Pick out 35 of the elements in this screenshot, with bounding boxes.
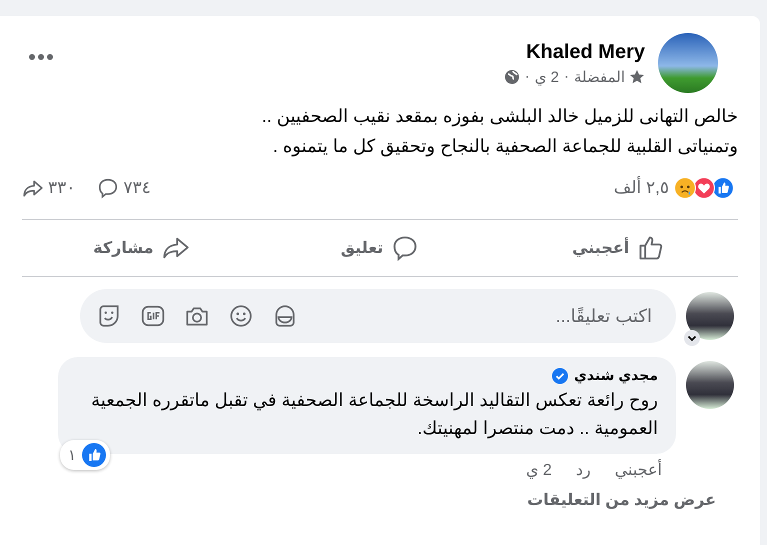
comment-text: روح رائعة تعكس التقاليد الراسخة للجماعة الصحفية في تقبل ماتقرره الجمعية العمومية .. دمت منتصرا لمهنيتك. [90, 389, 658, 440]
comment-action-link[interactable]: رد [576, 460, 591, 480]
post-text: خالص التهانى للزميل خالد البلشى بفوزه بمقعد نقيب الصحفيين .. وتمنياتى القلبية للجماعة الصحفية بالنجاح وتحقيق كل ما يتمنوه . [260, 105, 739, 158]
star-icon [629, 68, 645, 84]
comment-like-badge[interactable]: ١ [60, 440, 110, 470]
share-button[interactable]: مشاركة [22, 226, 261, 270]
emoji-icon[interactable] [228, 303, 254, 329]
like-count: ١ [68, 446, 76, 464]
gif-icon[interactable] [140, 303, 166, 329]
commenter-name[interactable]: مجدي شندي [574, 367, 658, 384]
like-reaction-icon [82, 443, 106, 467]
comment-count[interactable]: ٧٣٤ [123, 178, 151, 198]
chevron-down-icon[interactable] [684, 330, 700, 346]
separator-dot: · [524, 68, 530, 85]
speech-bubble-icon [391, 234, 420, 262]
share-count[interactable]: ٣٣٠ [48, 178, 76, 198]
comment-action-link[interactable]: أعجبني [614, 460, 662, 480]
like-reaction-icon[interactable] [712, 177, 734, 199]
sad-face-icon[interactable] [674, 177, 696, 199]
comment-icon [97, 177, 120, 199]
comment-field[interactable]: اكتب تعليقًا... [80, 289, 676, 343]
reaction-count[interactable]: ٢,٥ ألف [614, 178, 669, 198]
commenter-avatar[interactable] [686, 361, 734, 409]
comment-input[interactable]: اكتب تعليقًا... [298, 304, 654, 328]
view-more-comments-link[interactable]: عرض مزيد من التعليقات [0, 480, 760, 510]
heart-reaction-icon[interactable] [693, 177, 715, 199]
user-avatar[interactable] [686, 292, 734, 340]
author-name[interactable]: Khaled Mery [504, 40, 645, 64]
audience-label[interactable]: المفضلة [574, 68, 625, 86]
separator-dot: · [564, 68, 569, 85]
post-time[interactable]: 2 ي [534, 68, 559, 86]
comment-button[interactable]: تعليق [260, 226, 500, 270]
globe-icon [504, 68, 520, 84]
like-button[interactable]: أعجبني [499, 226, 738, 270]
comment-time[interactable]: 2 ي [526, 460, 552, 480]
